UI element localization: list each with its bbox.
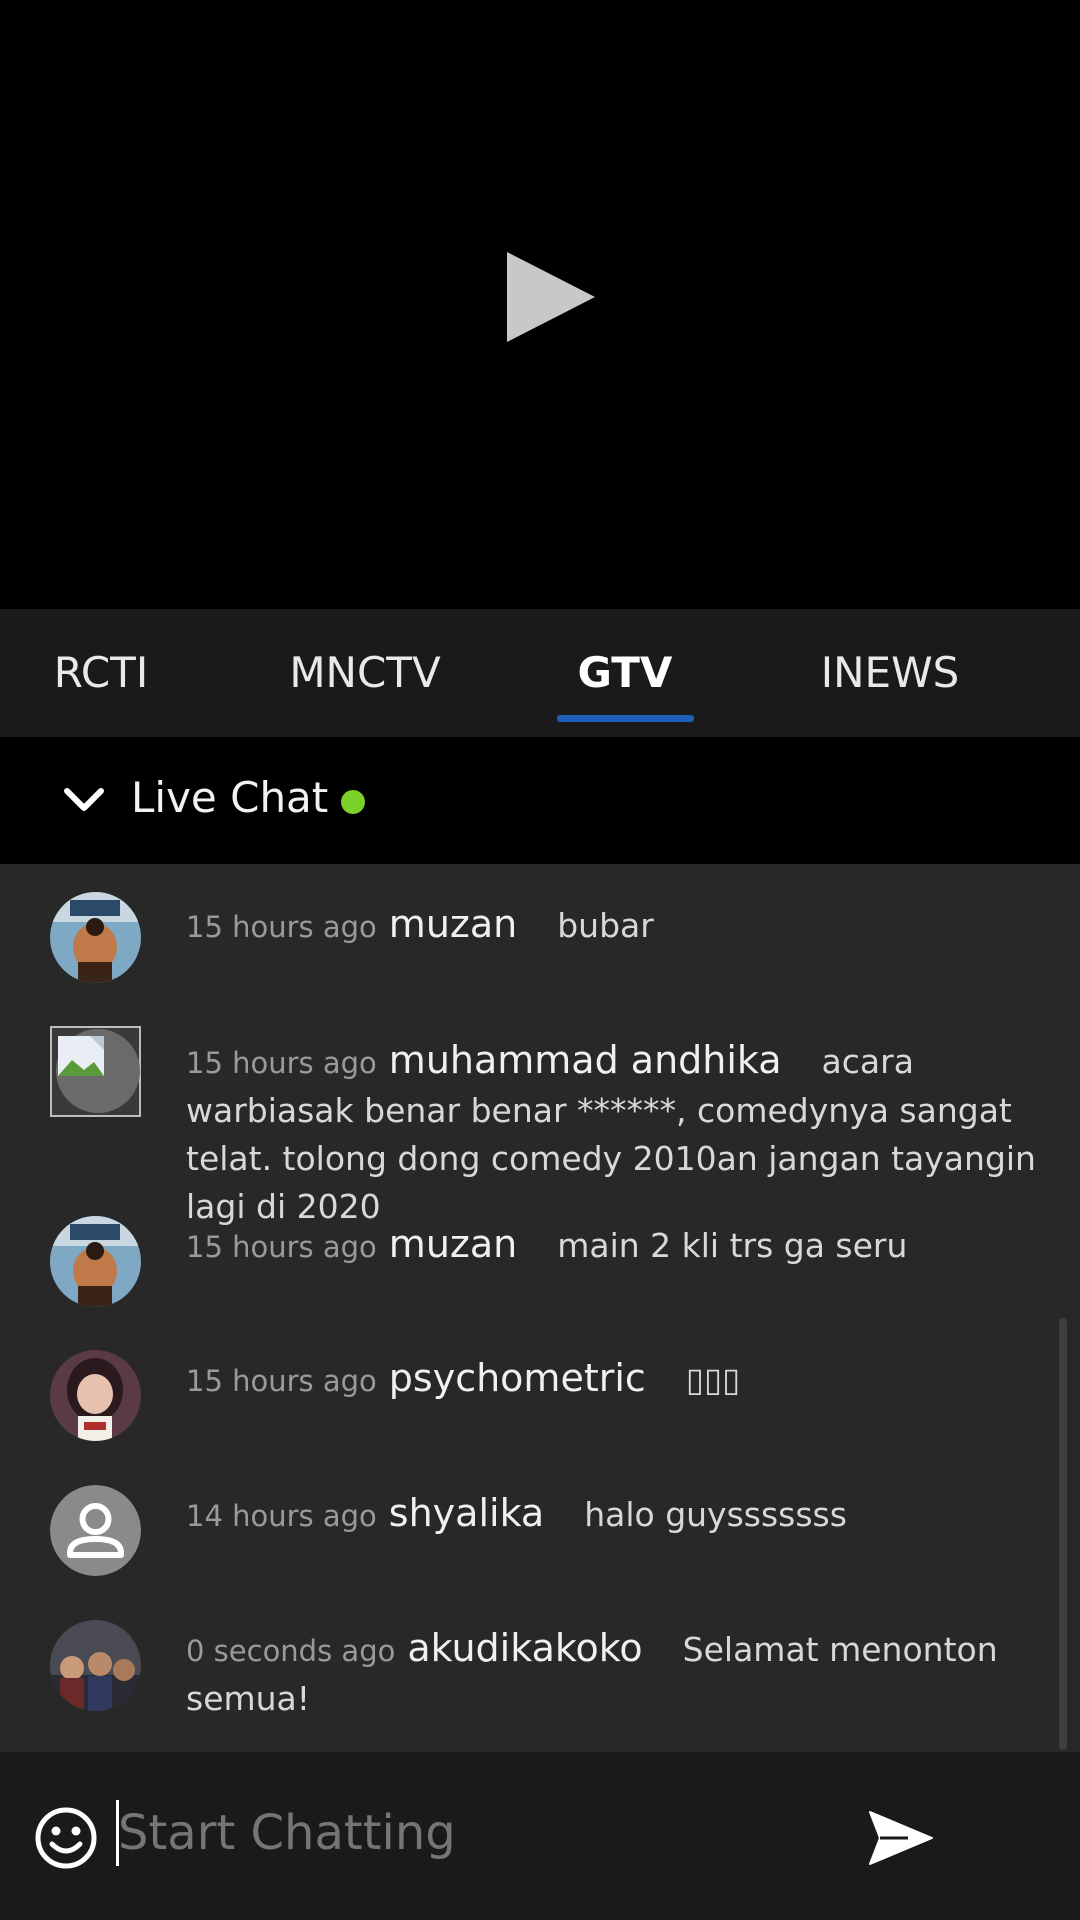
text-caret <box>116 1800 119 1866</box>
message-username[interactable]: akudikakoko <box>407 1626 642 1670</box>
message-time: 15 hours ago <box>186 1046 377 1080</box>
user-avatar[interactable] <box>50 892 141 983</box>
chevron-down-icon[interactable] <box>62 785 106 815</box>
chat-message-input[interactable] <box>116 1798 836 1868</box>
tab-inews[interactable]: INEWS <box>815 609 965 737</box>
live-chat-title: Live Chat <box>131 773 329 822</box>
message-username[interactable]: psychometric <box>389 1356 646 1400</box>
message-time: 15 hours ago <box>186 1230 377 1264</box>
emoji-icon[interactable] <box>34 1806 98 1870</box>
user-avatar[interactable] <box>50 1620 141 1711</box>
message-text: halo guysssssss <box>584 1495 847 1534</box>
play-icon[interactable] <box>505 252 600 347</box>
message-time: 15 hours ago <box>186 1364 377 1398</box>
message-username[interactable]: muzan <box>389 902 517 946</box>
message-text: ▯▯▯ <box>685 1360 741 1399</box>
live-status-dot <box>341 790 365 814</box>
video-player[interactable] <box>0 0 1080 609</box>
chat-scrollbar[interactable] <box>1059 1318 1067 1750</box>
message-time: 0 seconds ago <box>186 1634 396 1668</box>
user-avatar[interactable] <box>50 1216 141 1307</box>
channel-tabs: RCTI MNCTV GTV INEWS <box>0 609 1080 737</box>
active-tab-indicator <box>557 715 694 722</box>
message-username[interactable]: shyalika <box>389 1491 544 1535</box>
send-icon[interactable] <box>868 1810 934 1866</box>
message-username[interactable]: muhammad andhika <box>389 1038 782 1082</box>
user-avatar[interactable] <box>50 1350 141 1441</box>
message-time: 15 hours ago <box>186 910 377 944</box>
tab-rcti[interactable]: RCTI <box>40 609 162 737</box>
message-text: main 2 kli trs ga seru <box>557 1226 908 1265</box>
tab-mnctv[interactable]: MNCTV <box>280 609 450 737</box>
user-avatar[interactable] <box>50 1026 141 1117</box>
message-username[interactable]: muzan <box>389 1222 517 1266</box>
default-user-icon[interactable] <box>50 1485 141 1576</box>
message-time: 14 hours ago <box>186 1499 377 1533</box>
message-text: bubar <box>557 906 654 945</box>
chat-message-list[interactable]: 15 hours ago muzan bubar 15 hours ago muham… <box>0 864 1080 1752</box>
